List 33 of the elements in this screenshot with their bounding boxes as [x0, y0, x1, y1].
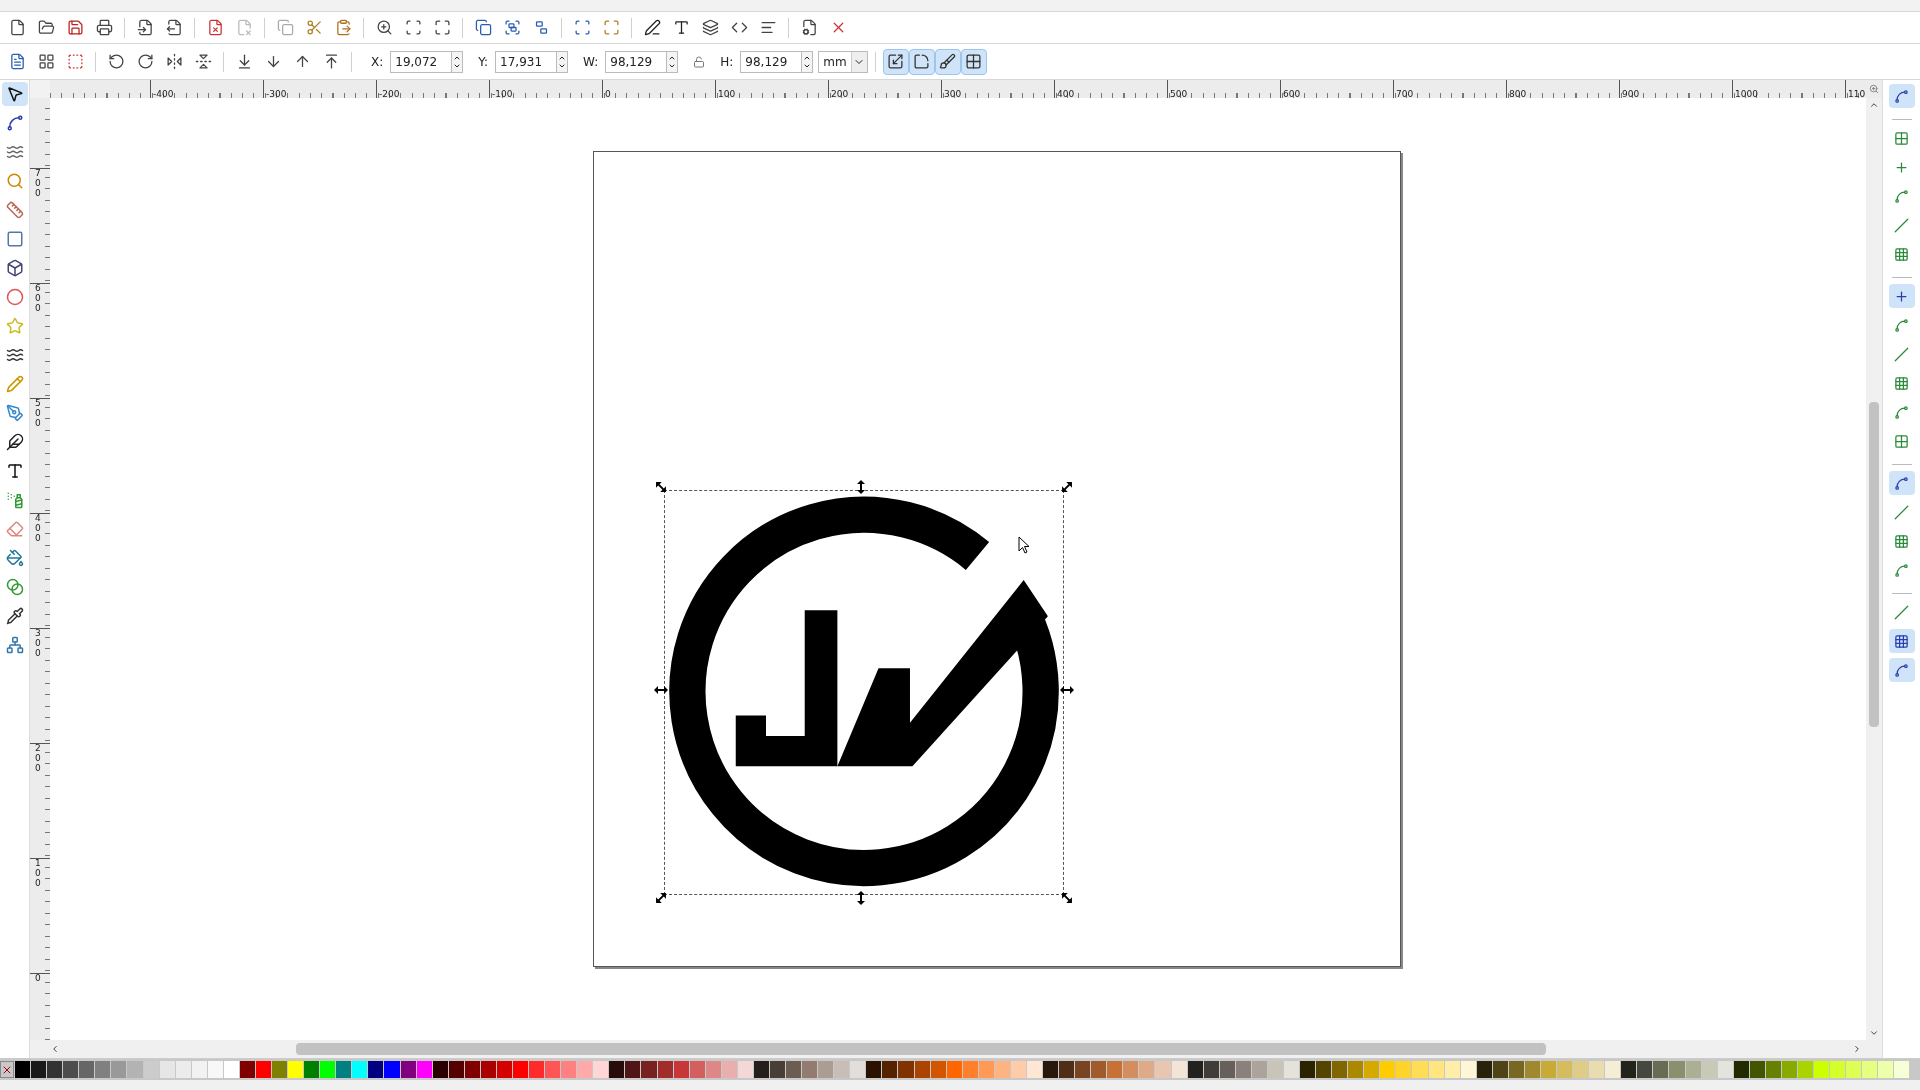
ruler-label: 900	[1621, 89, 1640, 98]
number-field[interactable]: 98,129	[740, 50, 803, 73]
ruler-label: 600	[35, 284, 41, 314]
unit-select[interactable]: mm	[818, 50, 868, 73]
ruler-label: 800	[1508, 89, 1527, 98]
ruler-label: -400	[152, 89, 174, 98]
ruler-label: 100	[717, 89, 736, 98]
ruler-label: 300	[943, 89, 962, 98]
number-field[interactable]: 17,931	[495, 50, 558, 73]
ruler-label: 100	[35, 859, 41, 889]
ruler-label: 700	[35, 169, 41, 199]
field-label: W:	[583, 53, 599, 71]
ruler-label: -300	[265, 89, 287, 98]
ruler-label: -100	[491, 89, 513, 98]
ruler-label: 1000	[1734, 89, 1758, 98]
field-label: H:	[720, 53, 734, 71]
ruler-label: 200	[830, 89, 849, 98]
ruler-label: -200	[378, 89, 400, 98]
ruler-label: 400	[35, 514, 41, 544]
ruler-label: 0	[604, 89, 611, 98]
ruler-label: 400	[1056, 89, 1075, 98]
field-label: Y:	[478, 53, 489, 71]
number-field[interactable]: 19,072	[390, 50, 453, 73]
ruler-label: 700	[1395, 89, 1414, 98]
ruler-label: 300	[35, 629, 41, 659]
field-label: X:	[371, 53, 384, 71]
ruler-label: 500	[1169, 89, 1188, 98]
ruler-label: 600	[1282, 89, 1301, 98]
ruler-label: 0	[35, 974, 41, 984]
ruler-label: 110	[1847, 89, 1866, 98]
ruler-label: 500	[35, 399, 41, 429]
number-field[interactable]: 98,129	[605, 50, 668, 73]
ruler-label: 200	[35, 744, 41, 774]
